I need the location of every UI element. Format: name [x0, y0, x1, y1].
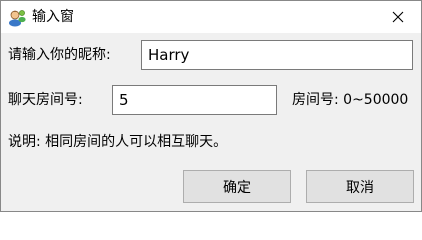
nickname-input[interactable]	[141, 40, 413, 70]
title-bar[interactable]: 输入窗	[1, 1, 421, 33]
nickname-label: 请输入你的昵称:	[8, 47, 111, 63]
user-icon	[7, 7, 27, 27]
input-dialog: 输入窗 请输入你的昵称: 聊天房间号: 房间号: 0~50000 说明: 相同房…	[0, 0, 422, 212]
room-label: 聊天房间号:	[8, 92, 83, 108]
description-text: 说明: 相同房间的人可以相互聊天。	[8, 134, 228, 150]
close-icon	[392, 8, 404, 27]
close-button[interactable]	[375, 1, 421, 33]
window-title: 输入窗	[32, 9, 74, 25]
ok-button[interactable]: 确定	[183, 170, 291, 203]
room-range-hint: 房间号: 0~50000	[292, 92, 409, 108]
cancel-button[interactable]: 取消	[306, 170, 414, 203]
room-number-input[interactable]	[112, 85, 277, 115]
